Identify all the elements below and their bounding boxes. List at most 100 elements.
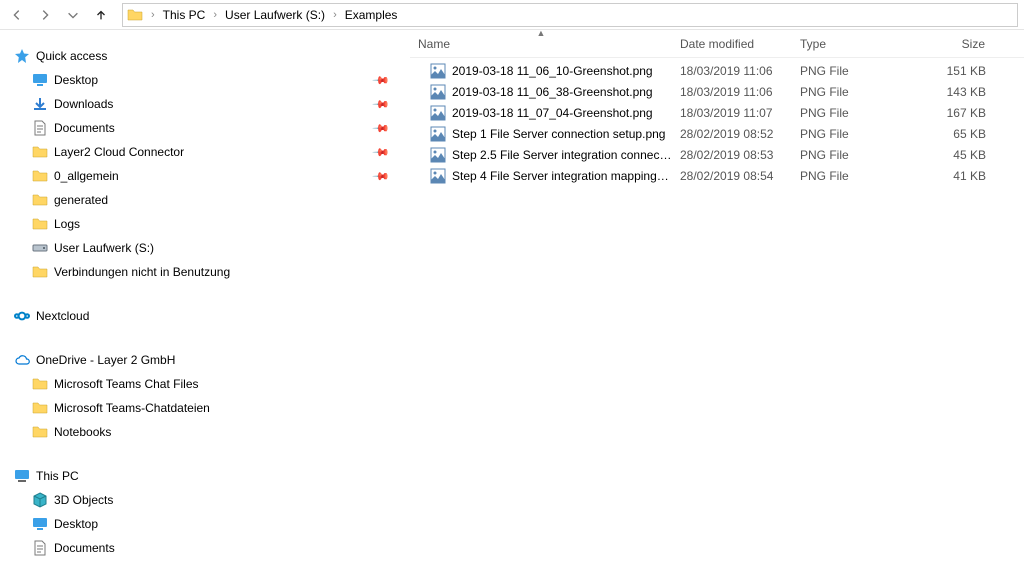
file-date: 28/02/2019 08:53 <box>672 148 792 162</box>
file-size: 143 KB <box>912 85 994 99</box>
file-date: 28/02/2019 08:54 <box>672 169 792 183</box>
breadcrumb-this-pc[interactable]: This PC <box>159 6 210 24</box>
sidebar-item-label: Downloads <box>54 97 113 111</box>
file-row[interactable]: Step 2.5 File Server integration connect… <box>410 144 1024 165</box>
file-row[interactable]: Step 4 File Server integration mapping.p… <box>410 165 1024 186</box>
sidebar-item-label: Desktop <box>54 73 98 87</box>
sidebar-item[interactable]: Desktop <box>10 512 410 536</box>
sidebar-item[interactable]: Microsoft Teams-Chatdateien <box>10 396 410 420</box>
file-type: PNG File <box>792 64 912 78</box>
column-header-date[interactable]: Date modified <box>672 37 792 51</box>
sidebar-item-onedrive[interactable]: OneDrive - Layer 2 GmbH <box>10 348 410 372</box>
column-header-label: Name <box>418 37 450 51</box>
sidebar-item[interactable]: Notebooks <box>10 420 410 444</box>
sidebar-item-label: Quick access <box>36 49 107 63</box>
pin-icon: 📌 <box>372 167 391 186</box>
column-header-label: Date modified <box>680 37 754 51</box>
pc-icon <box>14 468 30 484</box>
sidebar-item[interactable]: 3D Objects <box>10 488 410 512</box>
sidebar-item-label: 3D Objects <box>54 493 113 507</box>
sidebar-item-label: OneDrive - Layer 2 GmbH <box>36 353 175 367</box>
column-header-size[interactable]: Size <box>912 37 994 51</box>
navigation-pane[interactable]: Quick access Desktop📌Downloads📌Documents… <box>0 30 410 561</box>
sidebar-item-label: Layer2 Cloud Connector <box>54 145 184 159</box>
sidebar-item[interactable]: Downloads 📌 <box>10 92 410 116</box>
file-date: 18/03/2019 11:06 <box>672 85 792 99</box>
sidebar-item-label: Documents <box>54 541 115 555</box>
file-name: 2019-03-18 11_07_04-Greenshot.png <box>452 106 653 120</box>
sidebar-item[interactable]: 0_allgemein📌 <box>10 164 410 188</box>
chevron-down-icon <box>66 8 80 22</box>
back-button[interactable] <box>6 4 28 26</box>
file-row[interactable]: 2019-03-18 11_06_10-Greenshot.png18/03/2… <box>410 60 1024 81</box>
file-type: PNG File <box>792 127 912 141</box>
sidebar-item[interactable]: User Laufwerk (S:) <box>10 236 410 260</box>
sidebar-item[interactable]: Microsoft Teams Chat Files <box>10 372 410 396</box>
recent-locations-button[interactable] <box>62 4 84 26</box>
sidebar-item-label: Nextcloud <box>36 309 89 323</box>
desktop-icon <box>32 516 48 532</box>
column-header-name[interactable]: Name <box>410 37 672 51</box>
breadcrumb-folder[interactable]: Examples <box>341 6 402 24</box>
download-icon <box>32 96 48 112</box>
sidebar-item-label: Microsoft Teams Chat Files <box>54 377 199 391</box>
navigation-bar: › This PC › User Laufwerk (S:) › Example… <box>0 0 1024 30</box>
sidebar-item-label: Desktop <box>54 517 98 531</box>
folder-icon <box>32 424 48 440</box>
folder-icon <box>127 7 143 23</box>
image-file-icon <box>430 105 446 121</box>
arrow-right-icon <box>38 8 52 22</box>
column-header-label: Type <box>800 37 826 51</box>
pin-icon: 📌 <box>372 119 391 138</box>
sidebar-item[interactable]: Logs <box>10 212 410 236</box>
sidebar-item-label: This PC <box>36 469 79 483</box>
image-file-icon <box>430 168 446 184</box>
sidebar-item[interactable]: Verbindungen nicht in Benutzung <box>10 260 410 284</box>
file-list-pane: ▲ Name Date modified Type Size 2019-03-1… <box>410 30 1024 561</box>
folder-icon <box>32 376 48 392</box>
sidebar-item[interactable]: Documents 📌 <box>10 116 410 140</box>
chevron-right-icon[interactable]: › <box>211 9 219 21</box>
file-type: PNG File <box>792 169 912 183</box>
breadcrumb-drive[interactable]: User Laufwerk (S:) <box>221 6 329 24</box>
sidebar-item-quick-access[interactable]: Quick access <box>10 44 410 68</box>
forward-button[interactable] <box>34 4 56 26</box>
folder-icon <box>32 192 48 208</box>
file-row[interactable]: 2019-03-18 11_07_04-Greenshot.png 18/03/2… <box>410 102 1024 123</box>
cloud-icon <box>14 352 30 368</box>
sidebar-item-nextcloud[interactable]: Nextcloud <box>10 304 410 328</box>
pin-icon: 📌 <box>372 71 391 90</box>
desktop-icon <box>32 72 48 88</box>
image-file-icon <box>430 126 446 142</box>
file-row[interactable]: Step 1 File Server connection setup.png2… <box>410 123 1024 144</box>
chevron-right-icon[interactable]: › <box>149 9 157 21</box>
sidebar-item-label: Notebooks <box>54 425 111 439</box>
file-type: PNG File <box>792 85 912 99</box>
sidebar-item[interactable]: generated <box>10 188 410 212</box>
sidebar-item[interactable]: Documents <box>10 536 410 560</box>
file-name: Step 4 File Server integration mapping.p… <box>452 169 672 183</box>
document-icon <box>32 540 48 556</box>
column-header-type[interactable]: Type <box>792 37 912 51</box>
address-bar[interactable]: › This PC › User Laufwerk (S:) › Example… <box>122 3 1018 27</box>
folder-icon <box>32 400 48 416</box>
file-date: 18/03/2019 11:07 <box>672 106 792 120</box>
sidebar-item-label: Documents <box>54 121 115 135</box>
chevron-right-icon[interactable]: › <box>331 9 339 21</box>
file-size: 45 KB <box>912 148 994 162</box>
sidebar-item[interactable]: Desktop 📌 <box>10 68 410 92</box>
sidebar-item-label: Verbindungen nicht in Benutzung <box>54 265 230 279</box>
drive-icon <box>32 240 48 256</box>
pin-icon: 📌 <box>372 143 391 162</box>
folder-icon <box>32 144 48 160</box>
sidebar-item-label: Logs <box>54 217 80 231</box>
file-list[interactable]: 2019-03-18 11_06_10-Greenshot.png 18/03/2… <box>410 58 1024 186</box>
file-row[interactable]: 2019-03-18 11_06_38-Greenshot.png18/03/2… <box>410 81 1024 102</box>
folder-icon <box>32 168 48 184</box>
up-button[interactable] <box>90 4 112 26</box>
sidebar-item-this-pc[interactable]: This PC <box>10 464 410 488</box>
sidebar-item[interactable]: Layer2 Cloud Connector 📌 <box>10 140 410 164</box>
pin-icon: 📌 <box>372 95 391 114</box>
file-name: 2019-03-18 11_06_10-Greenshot.png <box>452 64 653 78</box>
file-size: 151 KB <box>912 64 994 78</box>
